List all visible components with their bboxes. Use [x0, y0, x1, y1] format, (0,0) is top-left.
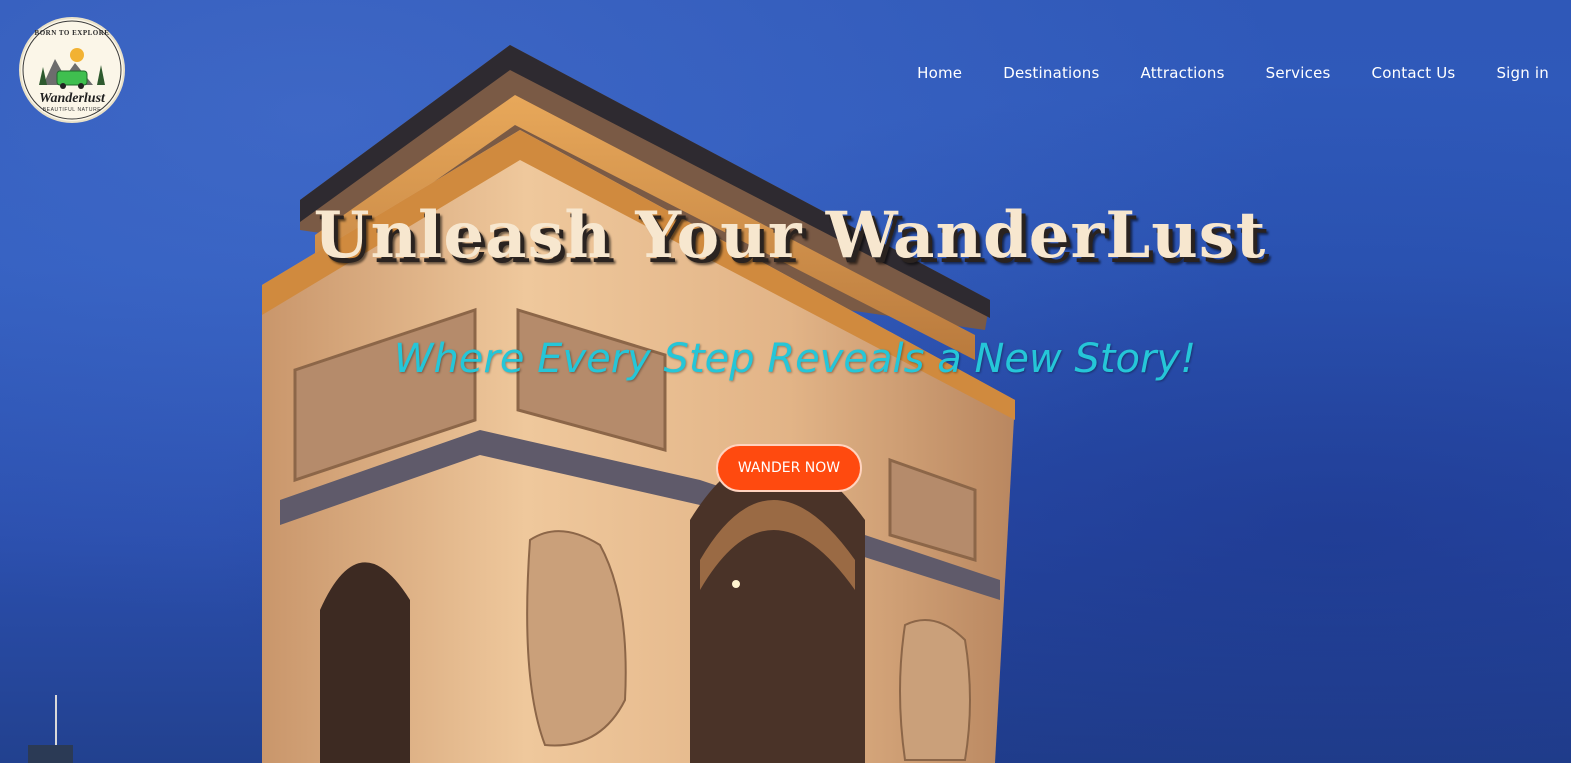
logo-brand-text: Wanderlust	[39, 91, 105, 106]
wander-now-button[interactable]: WANDER NOW	[716, 444, 862, 492]
logo-sub-text: BEAUTIFUL NATURE	[42, 107, 102, 113]
site-logo[interactable]: BORN TO EXPLORE Wanderlust BEAUTIFUL NAT…	[21, 19, 123, 121]
main-nav: Home Destinations Attractions Services C…	[917, 64, 1549, 82]
hero-tagline: Where Every Step Reveals a New Story!	[393, 336, 1197, 382]
hero-section: BORN TO EXPLORE Wanderlust BEAUTIFUL NAT…	[0, 0, 1571, 763]
hero-headline: Unleash Your WanderLust	[313, 198, 1267, 273]
nav-services[interactable]: Services	[1266, 64, 1331, 82]
nav-home[interactable]: Home	[917, 64, 962, 82]
nav-attractions[interactable]: Attractions	[1141, 64, 1225, 82]
nav-contact-us[interactable]: Contact Us	[1372, 64, 1456, 82]
logo-top-text: BORN TO EXPLORE	[34, 29, 110, 37]
nav-sign-in[interactable]: Sign in	[1496, 64, 1549, 82]
nav-destinations[interactable]: Destinations	[1003, 64, 1099, 82]
